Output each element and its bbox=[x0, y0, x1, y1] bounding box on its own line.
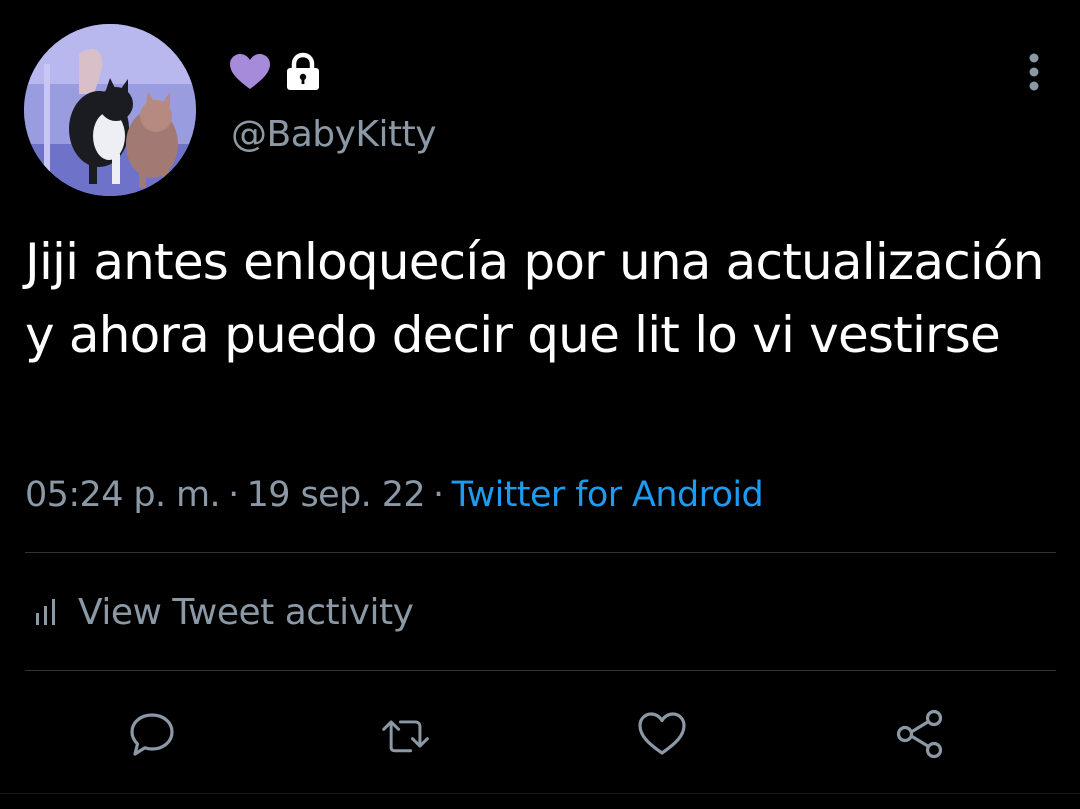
divider bbox=[25, 552, 1056, 553]
display-name[interactable] bbox=[229, 48, 321, 96]
avatar[interactable] bbox=[24, 24, 196, 196]
share-button[interactable] bbox=[894, 708, 946, 760]
reply-button[interactable] bbox=[126, 708, 178, 760]
divider bbox=[25, 670, 1056, 671]
more-vertical-icon bbox=[1029, 53, 1039, 91]
reply-icon bbox=[130, 713, 174, 756]
lock-icon bbox=[285, 52, 321, 92]
tweet-text: Jiji antes enloquecía por una actualizac… bbox=[25, 233, 1044, 364]
tweet-source-link[interactable]: Twitter for Android bbox=[452, 475, 764, 515]
retweet-button[interactable] bbox=[380, 708, 432, 760]
meta-separator: · bbox=[433, 475, 444, 515]
view-tweet-activity-label: View Tweet activity bbox=[78, 591, 414, 633]
share-icon bbox=[896, 709, 943, 759]
tweet: @BabyKitty Jiji antes enloquecía por una… bbox=[0, 0, 1080, 809]
more-options-button[interactable] bbox=[1014, 50, 1054, 94]
meta-separator: · bbox=[228, 475, 239, 515]
tweet-time[interactable]: 05:24 p. m. bbox=[25, 475, 221, 515]
author-handle[interactable]: @BabyKitty bbox=[231, 110, 437, 160]
retweet-icon bbox=[382, 720, 429, 753]
view-tweet-activity-button[interactable]: View Tweet activity bbox=[34, 584, 414, 640]
analytics-icon bbox=[36, 599, 55, 625]
like-button[interactable] bbox=[636, 708, 688, 760]
like-icon bbox=[638, 712, 686, 755]
tweet-meta: 05:24 p. m. · 19 sep. 22 · Twitter for A… bbox=[25, 470, 764, 520]
avatar-image bbox=[24, 24, 196, 196]
bottom-divider bbox=[0, 793, 1080, 794]
tweet-date[interactable]: 19 sep. 22 bbox=[247, 475, 426, 515]
purple-heart-icon bbox=[229, 53, 271, 91]
